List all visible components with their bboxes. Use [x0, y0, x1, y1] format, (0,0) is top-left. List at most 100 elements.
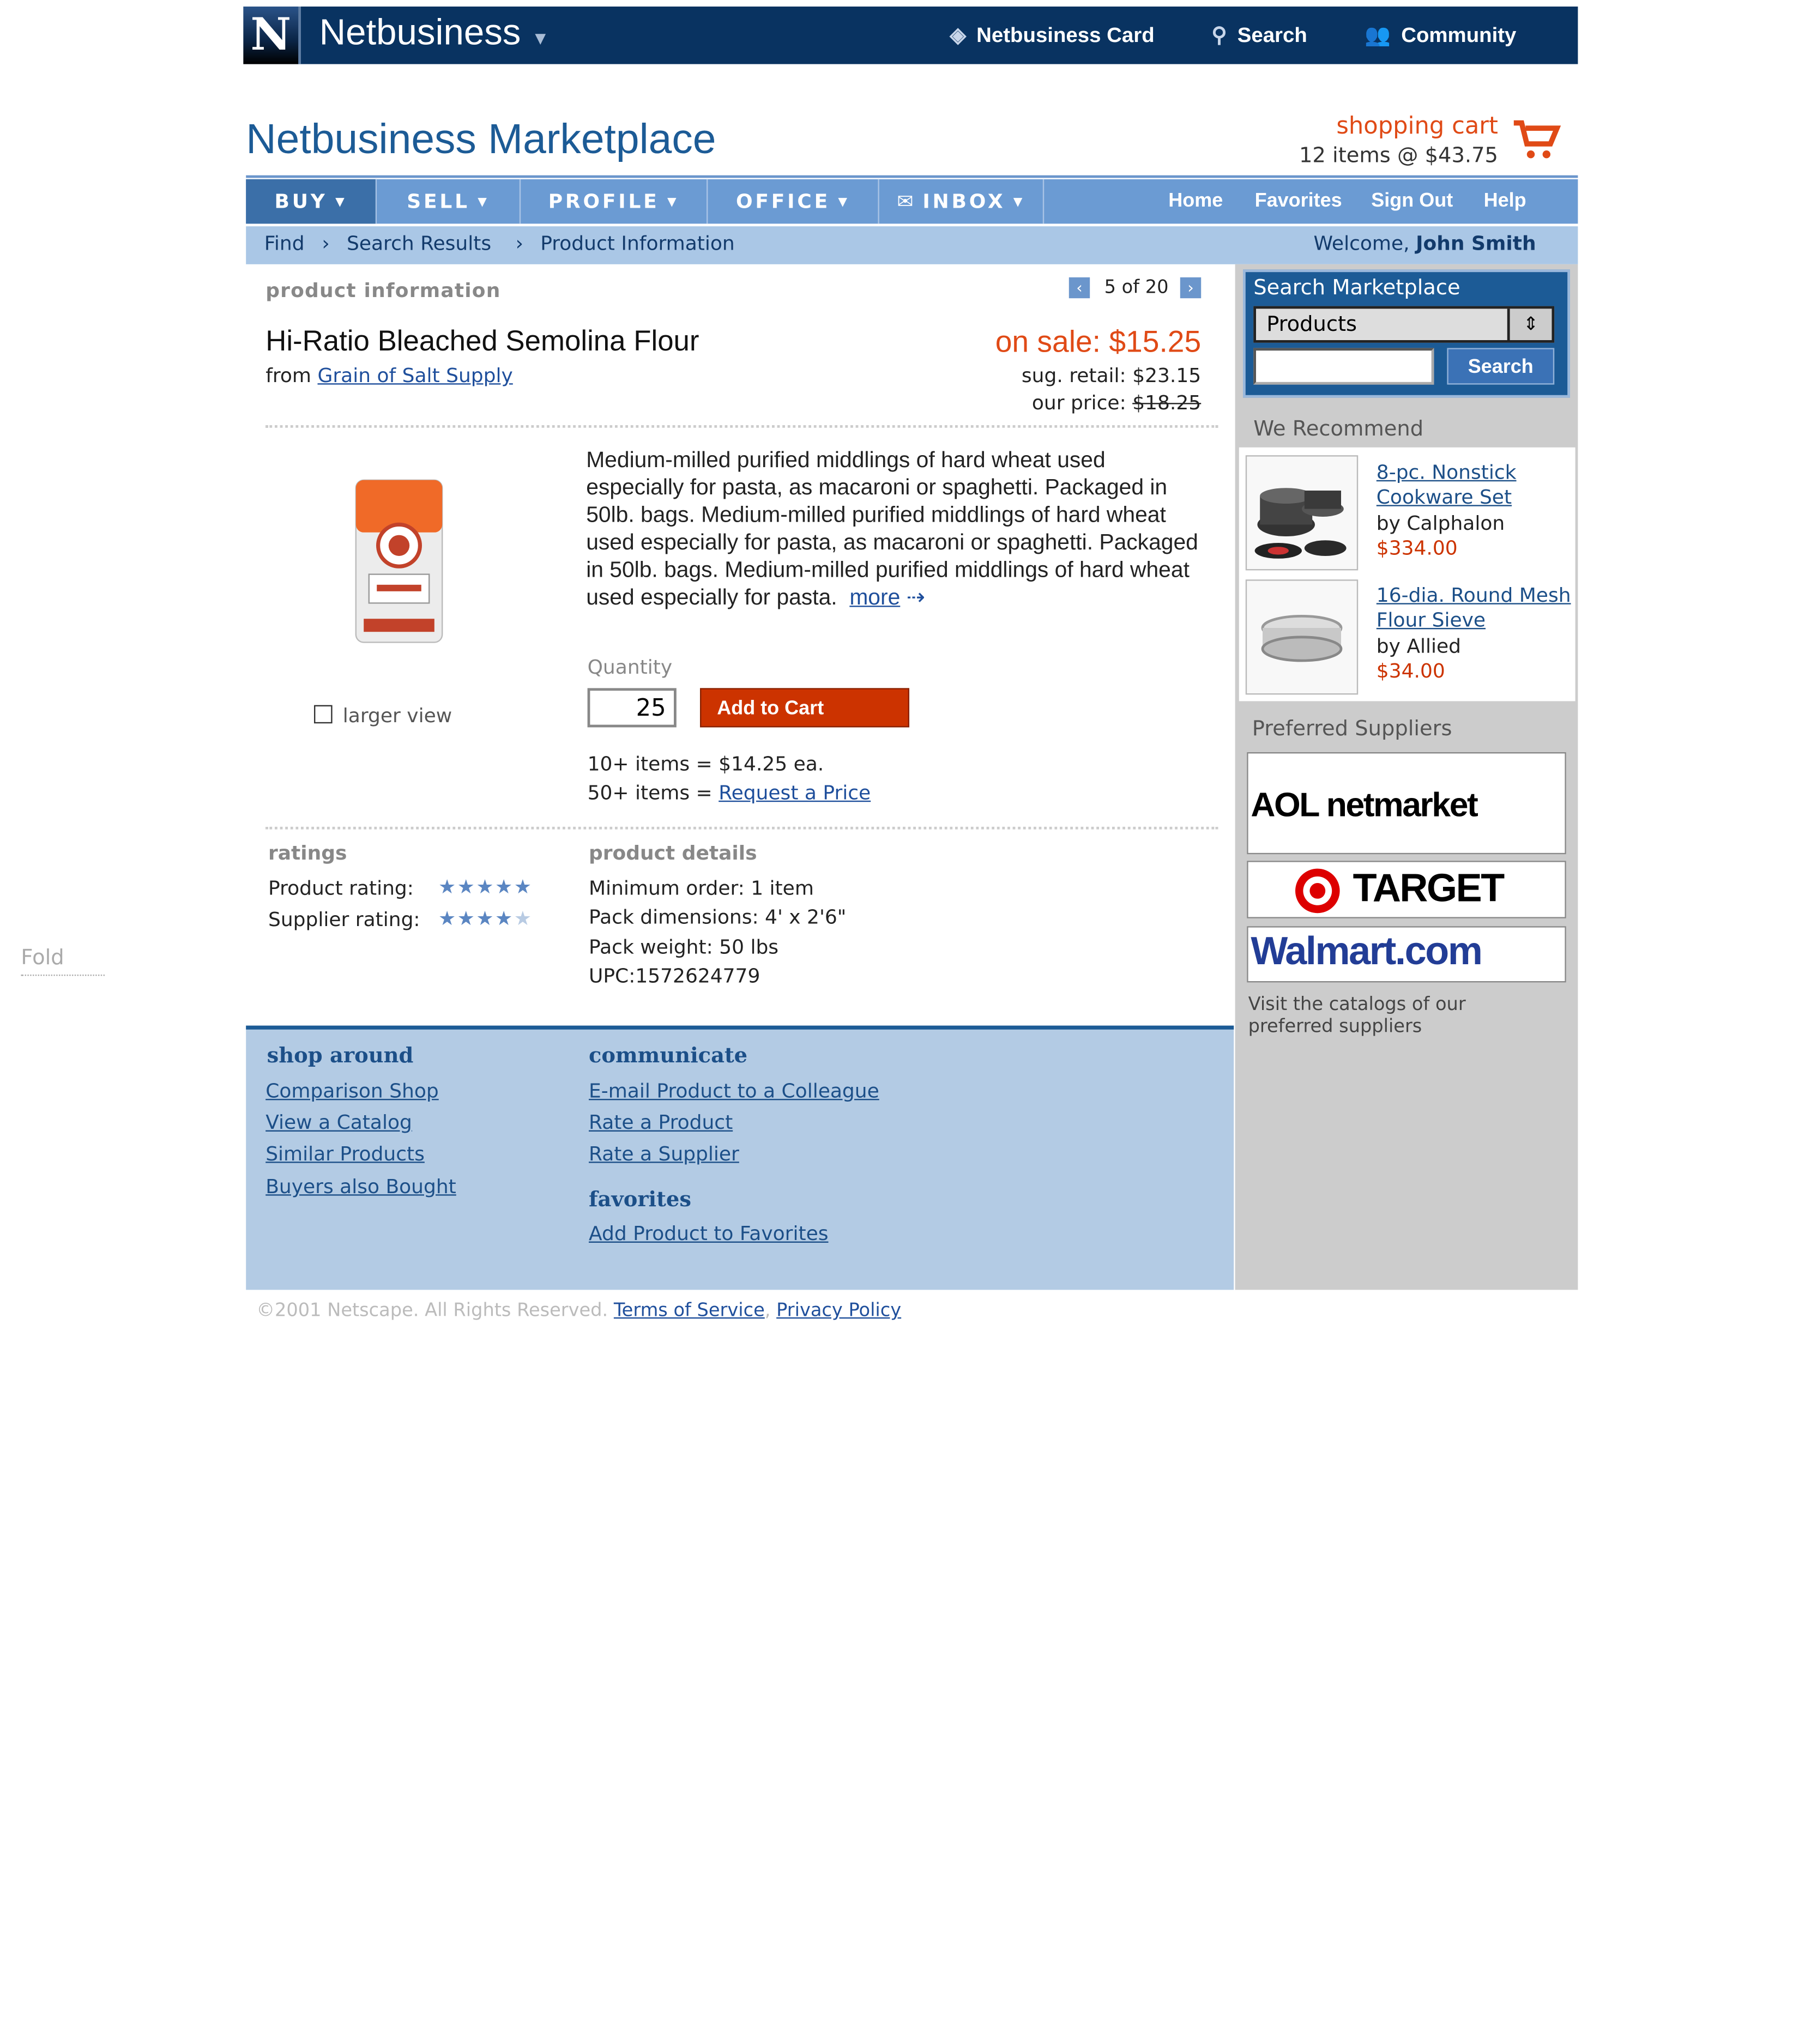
- larger-view-link[interactable]: larger view: [314, 704, 452, 727]
- menu-inbox-label: INBOX: [922, 190, 1006, 214]
- divider: [265, 826, 1218, 830]
- breadcrumb-product-information: Product Information: [540, 231, 735, 256]
- terms-link[interactable]: Terms of Service: [614, 1301, 765, 1321]
- more-link[interactable]: more: [849, 585, 900, 610]
- divider: [265, 425, 1218, 428]
- fold-marker: Fold: [21, 945, 105, 976]
- recommendation-link[interactable]: 8-pc. Nonstick Cookware Set: [1377, 461, 1517, 510]
- menu-office[interactable]: OFFICE ▼: [708, 179, 879, 224]
- search-category-select[interactable]: Products ⇕: [1253, 306, 1555, 343]
- rec1-title-line1: 8-pc. Nonstick: [1376, 460, 1517, 485]
- netbusiness-card-link[interactable]: ◈ Netbusiness Card: [950, 22, 1154, 49]
- chevron-down-icon: ▼: [838, 195, 850, 209]
- section-label: product information: [265, 279, 501, 303]
- menu-office-label: OFFICE: [735, 190, 830, 214]
- menu-sell[interactable]: SELL ▼: [377, 179, 521, 224]
- favorites-link[interactable]: Favorites: [1255, 179, 1342, 224]
- rec1-price: $334.00: [1376, 536, 1458, 560]
- ratings-heading: ratings: [268, 841, 347, 865]
- buyers-also-bought-link[interactable]: Buyers also Bought: [265, 1175, 456, 1198]
- tier2-prefix: 50+ items =: [587, 781, 713, 805]
- breadcrumb-find[interactable]: Find: [264, 232, 305, 255]
- page-title: Netbusiness Marketplace: [246, 115, 716, 162]
- header-divider: [246, 175, 1578, 178]
- target-logo[interactable]: TARGET: [1247, 861, 1566, 918]
- rate-supplier-link[interactable]: Rate a Supplier: [589, 1142, 739, 1165]
- recommendation-link[interactable]: 16-dia. Round Mesh Flour Sieve: [1377, 583, 1571, 633]
- arrow-right-icon: ⇢: [906, 584, 925, 610]
- rec1-title-line2: Cookware Set: [1376, 485, 1512, 509]
- sieve-thumbnail[interactable]: [1245, 579, 1359, 695]
- enlarge-icon: [314, 705, 333, 724]
- walmart-logo[interactable]: Walmart.com: [1247, 926, 1566, 983]
- supplier-rating-stars: ★★★★★: [438, 906, 533, 930]
- previous-product-button[interactable]: ‹: [1069, 277, 1090, 299]
- rec2-title-line2: Flour Sieve: [1376, 608, 1486, 632]
- quantity-input[interactable]: [587, 688, 677, 728]
- rate-product-link[interactable]: Rate a Product: [589, 1111, 733, 1134]
- sign-out-link[interactable]: Sign Out: [1371, 179, 1453, 224]
- sug-retail-value: $23.15: [1132, 364, 1202, 388]
- shopping-cart-summary[interactable]: shopping cart 12 items @ $43.75: [1256, 112, 1498, 167]
- detail-upc: UPC:1572624779: [589, 964, 760, 988]
- price-tier-10: 10+ items = $14.25 ea.: [587, 752, 824, 776]
- request-price-link[interactable]: Request a Price: [719, 781, 871, 805]
- view-catalog-link[interactable]: View a Catalog: [265, 1111, 412, 1134]
- shopping-cart-title[interactable]: shopping cart: [1256, 112, 1498, 140]
- search-input[interactable]: [1253, 348, 1434, 385]
- supplier-link[interactable]: Grain of Salt Supply: [317, 364, 512, 387]
- favorites-heading: favorites: [589, 1186, 691, 1212]
- aol-netmarket-logo[interactable]: AOL netmarket: [1247, 752, 1566, 855]
- main-menu: BUY ▼ SELL ▼ PROFILE ▼ OFFICE ▼ ✉ INBOX ▼ Home…: [246, 179, 1578, 224]
- copyright: ©2001 Netscape. All Rights Reserved. Ter…: [256, 1300, 902, 1321]
- cookware-thumbnail[interactable]: [1245, 455, 1359, 571]
- menu-inbox[interactable]: ✉ INBOX ▼: [879, 179, 1045, 224]
- brand-menu[interactable]: Netbusiness ▼: [319, 12, 550, 54]
- similar-products-link[interactable]: Similar Products: [265, 1142, 425, 1165]
- supplier-rating-label: Supplier rating:: [268, 908, 420, 932]
- home-link[interactable]: Home: [1168, 179, 1223, 224]
- search-button[interactable]: Search: [1447, 348, 1555, 385]
- product-description: Medium-milled purified middlings of hard…: [586, 446, 1201, 610]
- menu-profile-label: PROFILE: [548, 190, 660, 214]
- product-rating-stars: ★★★★★: [438, 875, 533, 899]
- search-marketplace-title: Search Marketplace: [1253, 275, 1460, 300]
- rec2-title-line1: 16-dia. Round Mesh: [1376, 583, 1571, 607]
- search-link[interactable]: ⚲ Search: [1211, 22, 1307, 49]
- menu-profile[interactable]: PROFILE ▼: [521, 179, 708, 224]
- brand-label: Netbusiness: [319, 11, 521, 53]
- copyright-text: ©2001 Netscape. All Rights Reserved.: [256, 1300, 608, 1321]
- product-details-heading: product details: [589, 841, 757, 865]
- email-colleague-link[interactable]: E-mail Product to a Colleague: [589, 1079, 879, 1103]
- community-link[interactable]: 👥 Community: [1365, 22, 1516, 49]
- sale-price: on sale: $15.25: [995, 324, 1202, 359]
- cart-items-summary: 12 items @ $43.75: [1299, 142, 1498, 168]
- next-product-button[interactable]: ›: [1180, 277, 1202, 299]
- product-image[interactable]: [353, 477, 445, 648]
- communicate-heading: communicate: [589, 1042, 748, 1068]
- comparison-shop-link[interactable]: Comparison Shop: [265, 1079, 439, 1103]
- add-to-cart-button[interactable]: Add to Cart: [700, 688, 910, 728]
- netscape-logo[interactable]: N: [243, 7, 301, 64]
- breadcrumb-separator-icon: ›: [515, 231, 524, 256]
- walmart-text: Walmart.com: [1251, 930, 1482, 973]
- aol-netmarket-text: AOL netmarket: [1251, 785, 1478, 824]
- netbusiness-card-label: Netbusiness Card: [976, 25, 1155, 47]
- chevron-down-icon: ▼: [667, 195, 679, 209]
- welcome-message: Welcome, John Smith: [1313, 232, 1536, 255]
- we-recommend-heading: We Recommend: [1253, 416, 1424, 441]
- privacy-link[interactable]: Privacy Policy: [776, 1301, 901, 1321]
- sug-retail-label: sug. retail:: [1021, 364, 1126, 388]
- breadcrumb-search-results[interactable]: Search Results: [347, 232, 491, 255]
- chevron-right-icon: ›: [1187, 279, 1194, 297]
- add-to-favorites-link[interactable]: Add Product to Favorites: [589, 1222, 829, 1245]
- help-link[interactable]: Help: [1484, 179, 1526, 224]
- menu-buy[interactable]: BUY ▼: [246, 179, 377, 224]
- search-label: Search: [1237, 25, 1307, 47]
- price-tier-50: 50+ items = Request a Price: [588, 781, 871, 805]
- detail-weight: Pack weight: 50 lbs: [589, 935, 779, 959]
- card-icon: ◈: [950, 25, 966, 47]
- welcome-prefix: Welcome,: [1313, 231, 1410, 256]
- shopping-cart-icon[interactable]: [1511, 118, 1564, 165]
- breadcrumb: Find › Search Results › Product Informat…: [246, 226, 1578, 264]
